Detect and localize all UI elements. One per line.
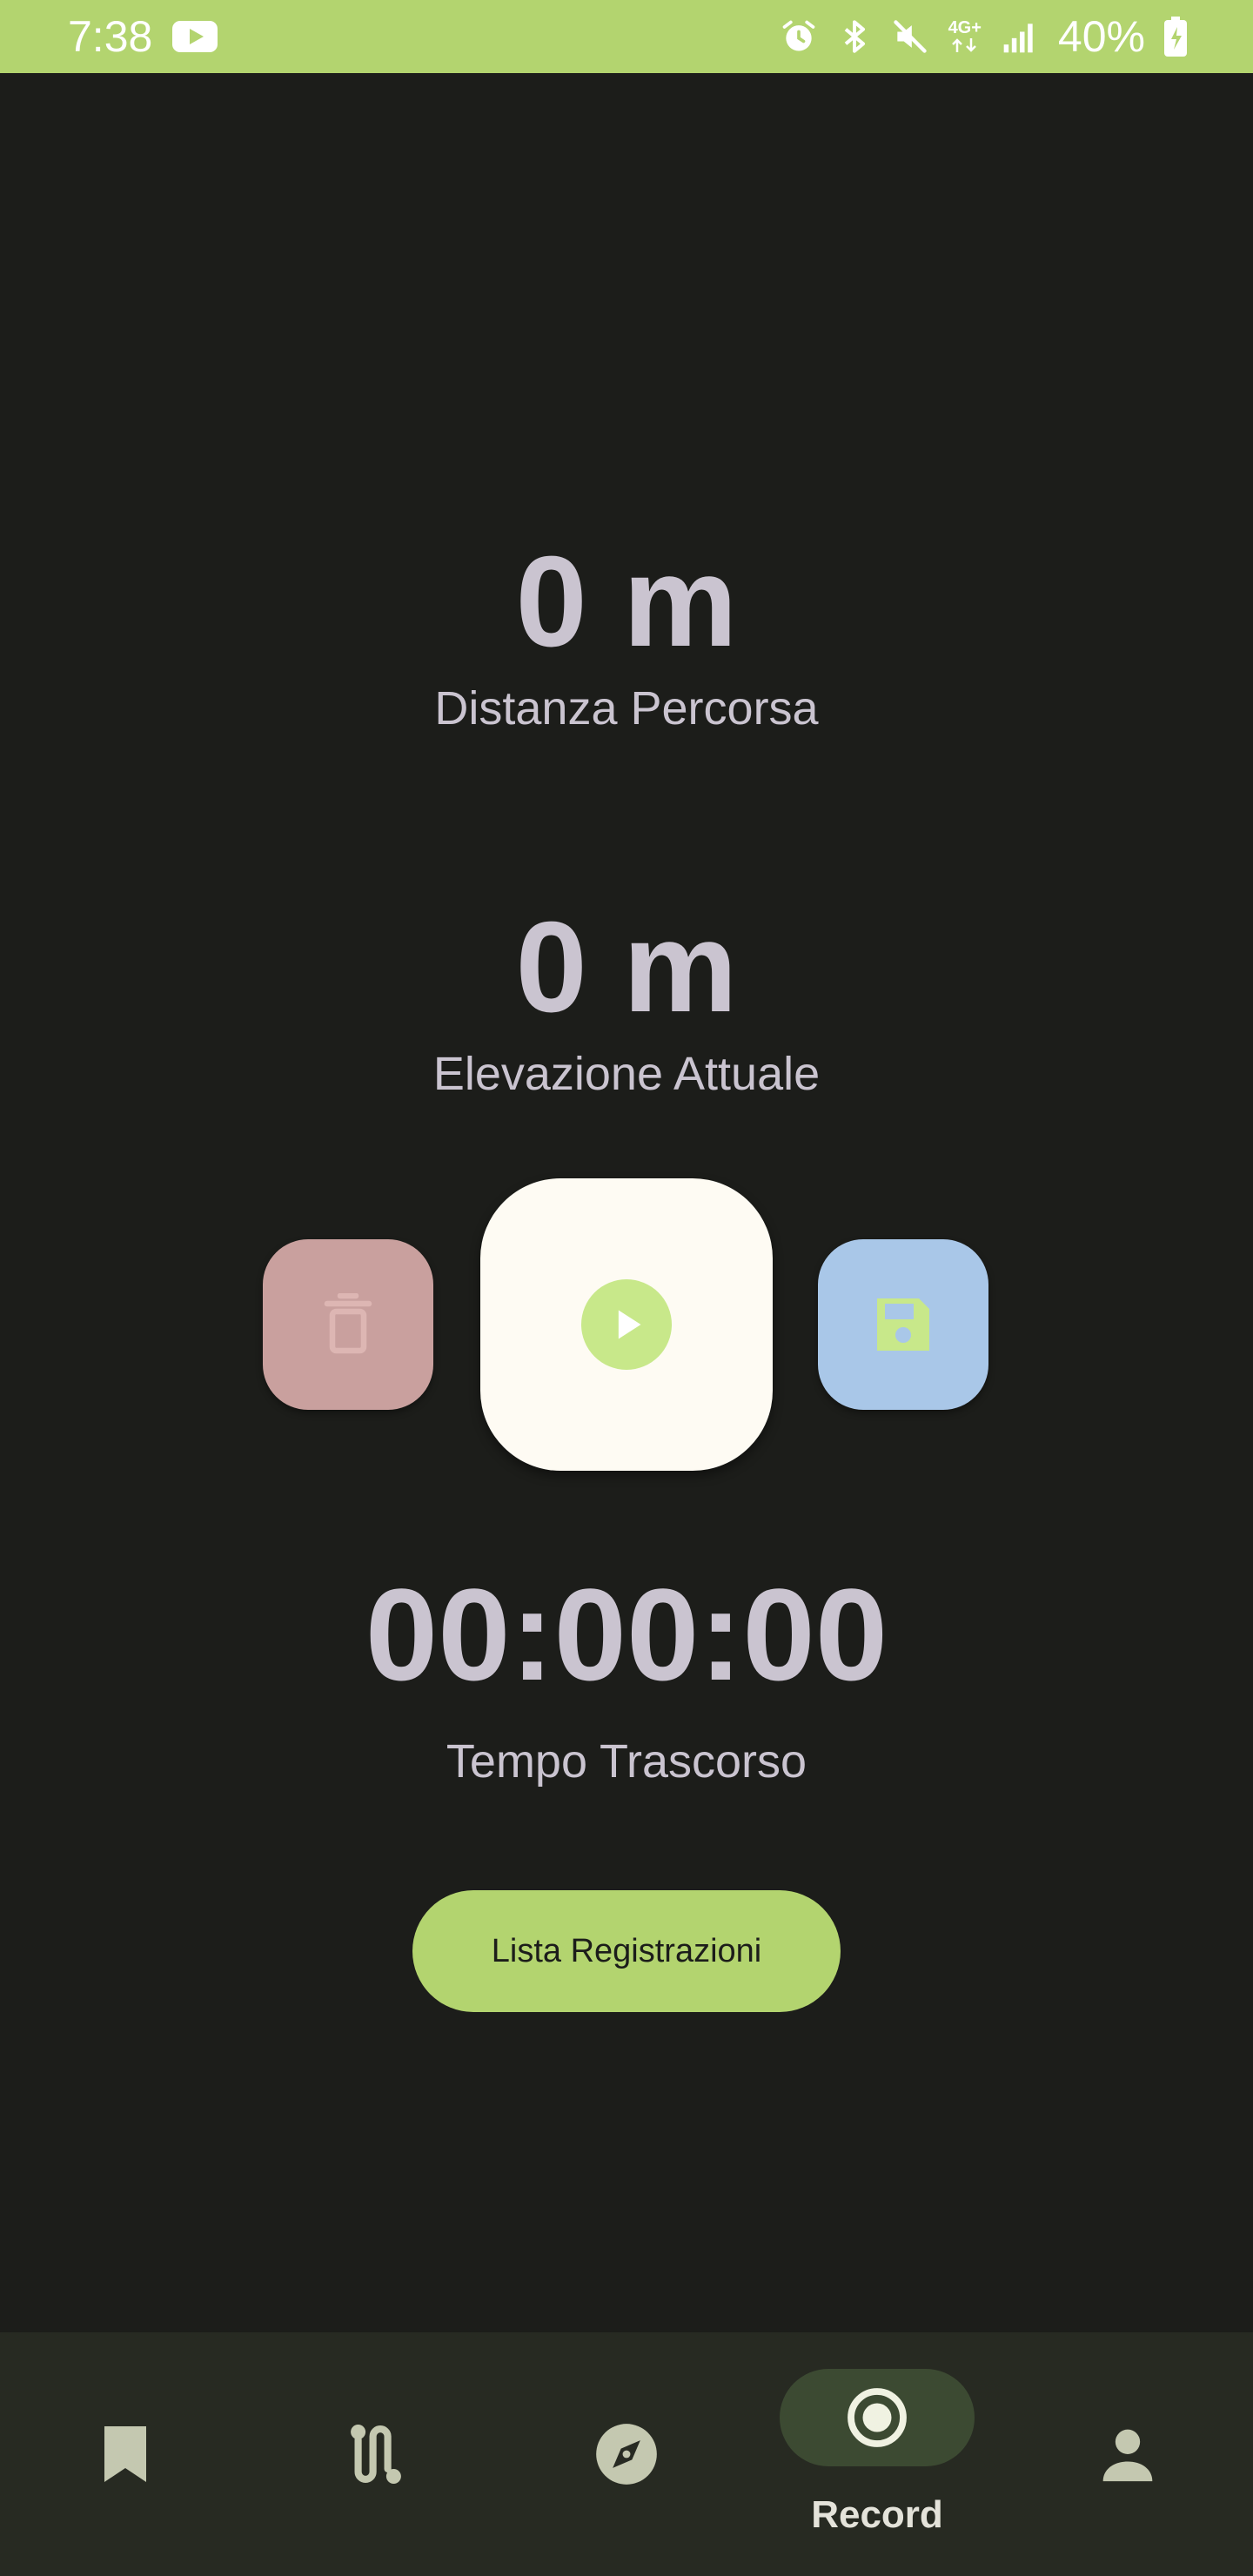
mute-icon — [893, 20, 927, 53]
recordings-list-button[interactable]: Lista Registrazioni — [412, 1890, 841, 2012]
alarm-icon — [782, 20, 814, 51]
elapsed-time-label: Tempo Trascorso — [446, 1735, 807, 1788]
trash-icon — [324, 1293, 372, 1354]
nav-label-record: Record — [811, 2493, 943, 2536]
route-icon — [351, 2425, 401, 2484]
data-arrows-icon — [951, 38, 976, 52]
status-bar: 7:38 4G+ 40% — [0, 0, 1253, 73]
distance-label: Distanza Percorsa — [434, 682, 819, 735]
network-indicator: 4G+ — [948, 19, 982, 54]
nav-item-profile[interactable] — [1002, 2332, 1253, 2576]
compass-icon — [596, 2424, 657, 2485]
bookmark-icon — [104, 2426, 146, 2482]
elevation-value: 0 m — [515, 896, 738, 1039]
status-time: 7:38 — [68, 12, 153, 61]
start-recording-button[interactable] — [480, 1178, 773, 1471]
bottom-navigation: Record — [0, 2332, 1253, 2576]
youtube-icon — [172, 21, 218, 52]
battery-charging-icon — [1164, 17, 1187, 57]
nav-item-record[interactable]: Record — [752, 2332, 1002, 2576]
play-icon — [581, 1279, 672, 1370]
battery-percent: 40% — [1057, 12, 1145, 61]
distance-value: 0 m — [515, 530, 738, 674]
bluetooth-icon — [844, 20, 865, 53]
record-screen: 7:38 4G+ 40% 0 m Distanza Percorsa 0 m E… — [0, 0, 1253, 2576]
signal-icon — [1003, 23, 1033, 53]
nav-item-routes[interactable] — [251, 2332, 501, 2576]
nav-item-saved[interactable] — [0, 2332, 251, 2576]
elevation-label: Elevazione Attuale — [432, 1048, 821, 1100]
elapsed-time-value: 00:00:00 — [365, 1561, 888, 1707]
network-type: 4G+ — [948, 18, 982, 37]
nav-item-explore[interactable] — [501, 2332, 752, 2576]
person-icon — [1102, 2429, 1153, 2482]
save-button[interactable] — [818, 1239, 988, 1410]
record-icon — [848, 2388, 907, 2447]
floppy-disk-icon — [877, 1298, 929, 1351]
status-icons: 4G+ 40% — [780, 10, 1187, 63]
delete-button[interactable] — [263, 1239, 433, 1410]
